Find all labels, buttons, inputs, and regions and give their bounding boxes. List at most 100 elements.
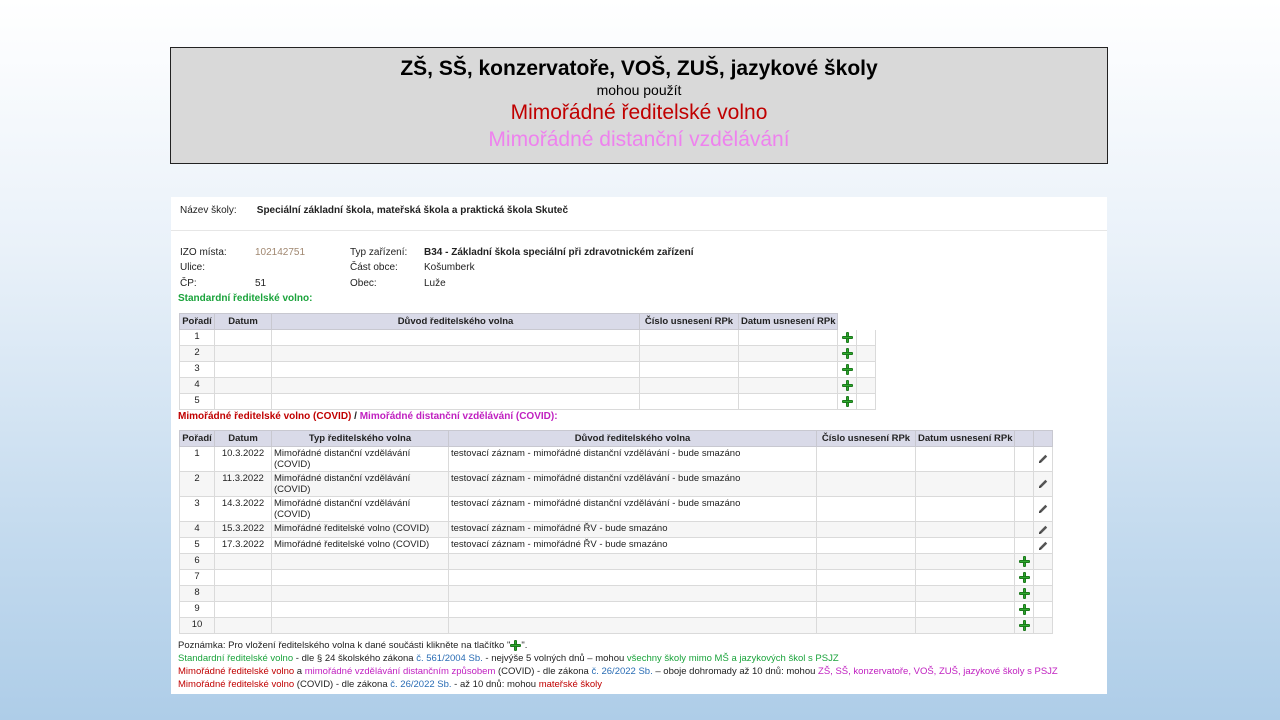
empty-cell [738, 345, 838, 362]
table-row: 2 [179, 345, 876, 362]
column-header-add [1014, 430, 1034, 447]
add-cell [1014, 617, 1034, 634]
empty-cell [915, 569, 1015, 586]
column-header: Pořadí [179, 430, 215, 447]
ulice-label: Ulice: [180, 262, 206, 273]
empty-cell [214, 617, 272, 634]
note-text-end: ". [521, 640, 528, 651]
empty-cell [738, 361, 838, 378]
reason-cell: testovací záznam - mimořádné ŘV - bude s… [448, 521, 817, 538]
edit-cell [1033, 471, 1053, 497]
plus-icon[interactable] [1018, 555, 1030, 567]
empty-cell [1033, 585, 1053, 602]
order-cell: 3 [179, 496, 215, 522]
empty-cell [271, 553, 449, 570]
empty-cell [1014, 537, 1034, 554]
plus-icon[interactable] [841, 395, 853, 407]
info-banner: ZŠ, SŠ, konzervatoře, VOŠ, ZUŠ, jazykové… [170, 47, 1108, 164]
table-row: 2 11.3.2022 Mimořádné distanční vzdělávání… [179, 471, 1053, 497]
note-text: – oboje dohromady až 10 dnů: mohou [652, 666, 819, 677]
order-cell: 1 [179, 446, 215, 472]
column-header: Datum usnesení RPk [915, 430, 1015, 447]
edit-cell [1033, 446, 1053, 472]
plus-icon[interactable] [1018, 571, 1030, 583]
typ-desc: - Základní škola speciální při zdravotni… [442, 247, 694, 258]
empty-cell [214, 393, 272, 410]
pencil-icon[interactable] [1037, 454, 1049, 465]
empty-cell [856, 361, 876, 378]
add-cell [837, 361, 857, 378]
order-cell: 4 [179, 521, 215, 538]
empty-cell [271, 617, 449, 634]
type-cell: Mimořádné ředitelské volno (COVID) [271, 537, 449, 554]
table-row: 5 17.3.2022 Mimořádné ředitelské volno (CO… [179, 537, 1053, 554]
empty-cell [214, 377, 272, 394]
empty-cell [271, 585, 449, 602]
empty-cell [271, 329, 640, 346]
date-cell: 15.3.2022 [214, 521, 272, 538]
plus-icon[interactable] [841, 331, 853, 343]
pencil-icon[interactable] [1037, 524, 1049, 535]
add-cell [1014, 601, 1034, 618]
reason-cell: testovací záznam - mimořádné ŘV - bude s… [448, 537, 817, 554]
empty-cell [271, 601, 449, 618]
empty-cell [816, 601, 916, 618]
empty-cell [639, 393, 739, 410]
plus-icon[interactable] [1018, 603, 1030, 615]
empty-cell [816, 553, 916, 570]
divider [171, 230, 1107, 231]
order-cell: 10 [179, 617, 215, 634]
table-row: 6 [179, 553, 1053, 570]
note-text: - dle § 24 školského zákona [293, 653, 417, 664]
law-link[interactable]: č. 561/2004 Sb. [416, 653, 483, 664]
izo-label: IZO místa: [180, 247, 227, 258]
empty-cell [915, 537, 1015, 554]
order-cell: 2 [179, 345, 215, 362]
plus-icon[interactable] [841, 347, 853, 359]
empty-cell [214, 553, 272, 570]
plus-icon[interactable] [1018, 619, 1030, 631]
izo-value: 102142751 [255, 247, 306, 258]
law-link[interactable]: č. 26/2022 Sb. [390, 679, 451, 690]
table-row: 4 15.3.2022 Mimořádné ředitelské volno (CO… [179, 521, 1053, 538]
empty-cell [915, 446, 1015, 472]
date-cell: 14.3.2022 [214, 496, 272, 522]
empty-cell [816, 471, 916, 497]
column-header: Datum [214, 313, 272, 330]
table-row: 1 10.3.2022 Mimořádné distanční vzdělávání… [179, 446, 1053, 472]
banner-title: ZŠ, SŠ, konzervatoře, VOŠ, ZUŠ, jazykové… [400, 57, 878, 80]
note-line-1: Poznámka: Pro vložení ředitelského volna… [178, 639, 1058, 652]
reason-cell: testovací záznam - mimořádné distanční v… [448, 471, 817, 497]
order-cell: 1 [179, 329, 215, 346]
empty-cell [1033, 569, 1053, 586]
edit-cell [1033, 521, 1053, 538]
pencil-icon[interactable] [1037, 479, 1049, 490]
table-row: 1 [179, 329, 876, 346]
empty-cell [1014, 471, 1034, 497]
banner-line-red: Mimořádné ředitelské volno [510, 101, 768, 124]
plus-icon[interactable] [1018, 587, 1030, 599]
plus-icon[interactable] [841, 363, 853, 375]
empty-cell [915, 521, 1015, 538]
notes: Poznámka: Pro vložení ředitelského volna… [178, 639, 1058, 691]
order-cell: 8 [179, 585, 215, 602]
order-cell: 4 [179, 377, 215, 394]
pencil-icon[interactable] [1037, 540, 1049, 551]
column-header: Pořadí [179, 313, 215, 330]
plus-icon[interactable] [841, 379, 853, 391]
banner-subtitle: mohou použít [596, 82, 682, 98]
empty-cell [448, 569, 817, 586]
note-text: - až 10 dnů: mohou [451, 679, 539, 690]
empty-cell [639, 377, 739, 394]
empty-cell [915, 553, 1015, 570]
law-link[interactable]: č. 26/2022 Sb. [591, 666, 652, 677]
empty-cell [639, 361, 739, 378]
add-cell [837, 345, 857, 362]
cast-label: Část obce: [350, 262, 398, 273]
pencil-icon[interactable] [1037, 504, 1049, 515]
note-volno: Mimořádné ředitelské volno [178, 666, 295, 677]
empty-cell [214, 585, 272, 602]
edit-cell [1033, 537, 1053, 554]
standard-heading: Standardní ředitelské volno: [178, 293, 313, 304]
empty-cell [1014, 446, 1034, 472]
